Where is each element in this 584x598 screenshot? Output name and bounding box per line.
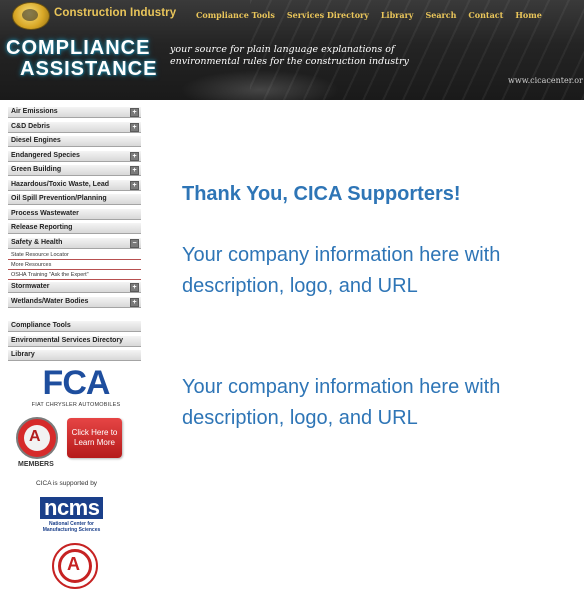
collapse-icon[interactable]: −: [130, 238, 139, 248]
tagline: your source for plain language explanati…: [170, 44, 470, 68]
site-url: www.cicacenter.or: [508, 76, 583, 85]
hardhat-logo-icon[interactable]: [12, 2, 50, 30]
menu-spacer: [8, 310, 141, 320]
sidebar-item-label: Green Building: [11, 166, 62, 173]
sidebar-item-hazardous-waste[interactable]: Hazardous/Toxic Waste, Lead +: [8, 178, 141, 191]
expand-icon[interactable]: +: [130, 283, 139, 292]
fca-logo-subtitle: FIAT CHRYSLER AUTOMOBILES: [31, 402, 121, 408]
ncms-logo-subtitle: National Center for Manufacturing Scienc…: [40, 521, 103, 533]
ncms-logo-mark: ncms: [40, 497, 104, 519]
ncms-logo[interactable]: ncms National Center for Manufacturing S…: [40, 497, 104, 533]
nav-search[interactable]: Search: [425, 10, 456, 20]
cta-line1: Click Here to: [71, 428, 118, 437]
sidebar-item-endangered-species[interactable]: Endangered Species +: [8, 149, 141, 162]
expand-icon[interactable]: +: [130, 166, 139, 175]
agc-logo-letter: A: [29, 428, 41, 445]
nav-home[interactable]: Home: [515, 10, 541, 20]
tagline-line1: your source for plain language explanati…: [170, 44, 395, 55]
site-header: Construction Industry COMPLIANCE ASSISTA…: [0, 0, 584, 100]
sidebar-item-green-building[interactable]: Green Building +: [8, 164, 141, 176]
nav-compliance-tools[interactable]: Compliance Tools: [196, 10, 275, 20]
sidebar-item-label: Diesel Engines: [11, 137, 61, 144]
sidebar-item-compliance-tools[interactable]: Compliance Tools: [8, 320, 141, 332]
sidebar-item-cd-debris[interactable]: C&D Debris +: [8, 120, 141, 133]
fca-logo-mark: FCA: [42, 364, 111, 402]
sidebar-item-diesel-engines[interactable]: Diesel Engines: [8, 135, 141, 147]
fca-logo[interactable]: FCA FIAT CHRYSLER AUTOMOBILES: [26, 366, 126, 408]
sidebar-item-label: C&D Debris: [11, 122, 50, 130]
sidebar-item-release-reporting[interactable]: Release Reporting: [8, 222, 141, 234]
sidebar-item-label: Process Wastewater: [11, 209, 79, 217]
nav-services-directory[interactable]: Services Directory: [287, 10, 369, 20]
agc-members-logo-icon[interactable]: A: [16, 417, 58, 459]
submenu-item-more-resources[interactable]: More Resources: [8, 261, 141, 270]
expand-icon[interactable]: +: [130, 151, 139, 161]
sidebar-item-label: Endangered Species: [11, 151, 80, 159]
nav-contact[interactable]: Contact: [468, 10, 503, 20]
expand-icon[interactable]: +: [130, 108, 139, 117]
sidebar-item-env-services-directory[interactable]: Environmental Services Directory: [8, 334, 141, 347]
sidebar-item-label: Safety & Health: [11, 238, 63, 246]
expand-icon[interactable]: +: [130, 297, 139, 307]
sponsor-placeholder: Your company information here with descr…: [182, 376, 501, 429]
submenu-item-osha-training[interactable]: OSHA Training "Ask the Expert": [8, 271, 141, 280]
supported-by-label: CICA is supported by: [36, 480, 98, 487]
sidebar-item-label: Wetlands/Water Bodies: [11, 297, 89, 305]
sidebar-menu: Air Emissions + C&D Debris + Diesel Engine…: [8, 106, 141, 364]
agc-seal-letter: A: [67, 554, 80, 574]
sidebar-item-label: Oil Spill Prevention/Planning: [11, 195, 107, 202]
ncms-subtitle-line2: Manufacturing Sciences: [42, 527, 101, 533]
members-label: MEMBERS: [18, 461, 54, 468]
sidebar-item-label: Stormwater: [11, 283, 50, 290]
sidebar-item-process-wastewater[interactable]: Process Wastewater: [8, 207, 141, 220]
page-title: Thank You, CICA Supporters!: [182, 183, 461, 205]
sidebar-item-library[interactable]: Library: [8, 349, 141, 361]
sidebar-item-label: Release Reporting: [11, 224, 73, 231]
sidebar-item-wetlands[interactable]: Wetlands/Water Bodies +: [8, 295, 141, 308]
submenu-item-state-resource-locator[interactable]: State Resource Locator: [8, 251, 141, 260]
brand-title-line2[interactable]: ASSISTANCE: [20, 58, 157, 81]
learn-more-button[interactable]: Click Here to Learn More: [67, 418, 122, 458]
brand-subtitle[interactable]: Construction Industry: [54, 7, 176, 19]
sidebar-item-stormwater[interactable]: Stormwater +: [8, 281, 141, 293]
sidebar-item-label: Hazardous/Toxic Waste, Lead: [11, 180, 110, 188]
expand-icon[interactable]: +: [130, 122, 139, 132]
sidebar-item-label: Compliance Tools: [11, 322, 71, 329]
sidebar-item-label: Library: [11, 351, 35, 358]
brand-title-line1[interactable]: COMPLIANCE: [6, 37, 150, 60]
cta-line2: Learn More: [74, 438, 115, 447]
tagline-line2: environmental rules for the construction…: [170, 56, 409, 67]
expand-icon[interactable]: +: [130, 180, 139, 190]
sidebar-item-safety-health[interactable]: Safety & Health −: [8, 236, 141, 249]
top-navigation: Compliance Tools Services Directory Libr…: [196, 10, 542, 20]
sponsor-placeholder: Your company information here with descr…: [182, 244, 501, 297]
sidebar-item-oil-spill[interactable]: Oil Spill Prevention/Planning: [8, 193, 141, 205]
sidebar-item-label: Environmental Services Directory: [11, 336, 124, 344]
sidebar-item-air-emissions[interactable]: Air Emissions +: [8, 106, 141, 118]
sidebar-item-label: Air Emissions: [11, 108, 58, 115]
nav-library[interactable]: Library: [381, 10, 414, 20]
agc-seal-logo-icon[interactable]: A: [52, 543, 98, 589]
